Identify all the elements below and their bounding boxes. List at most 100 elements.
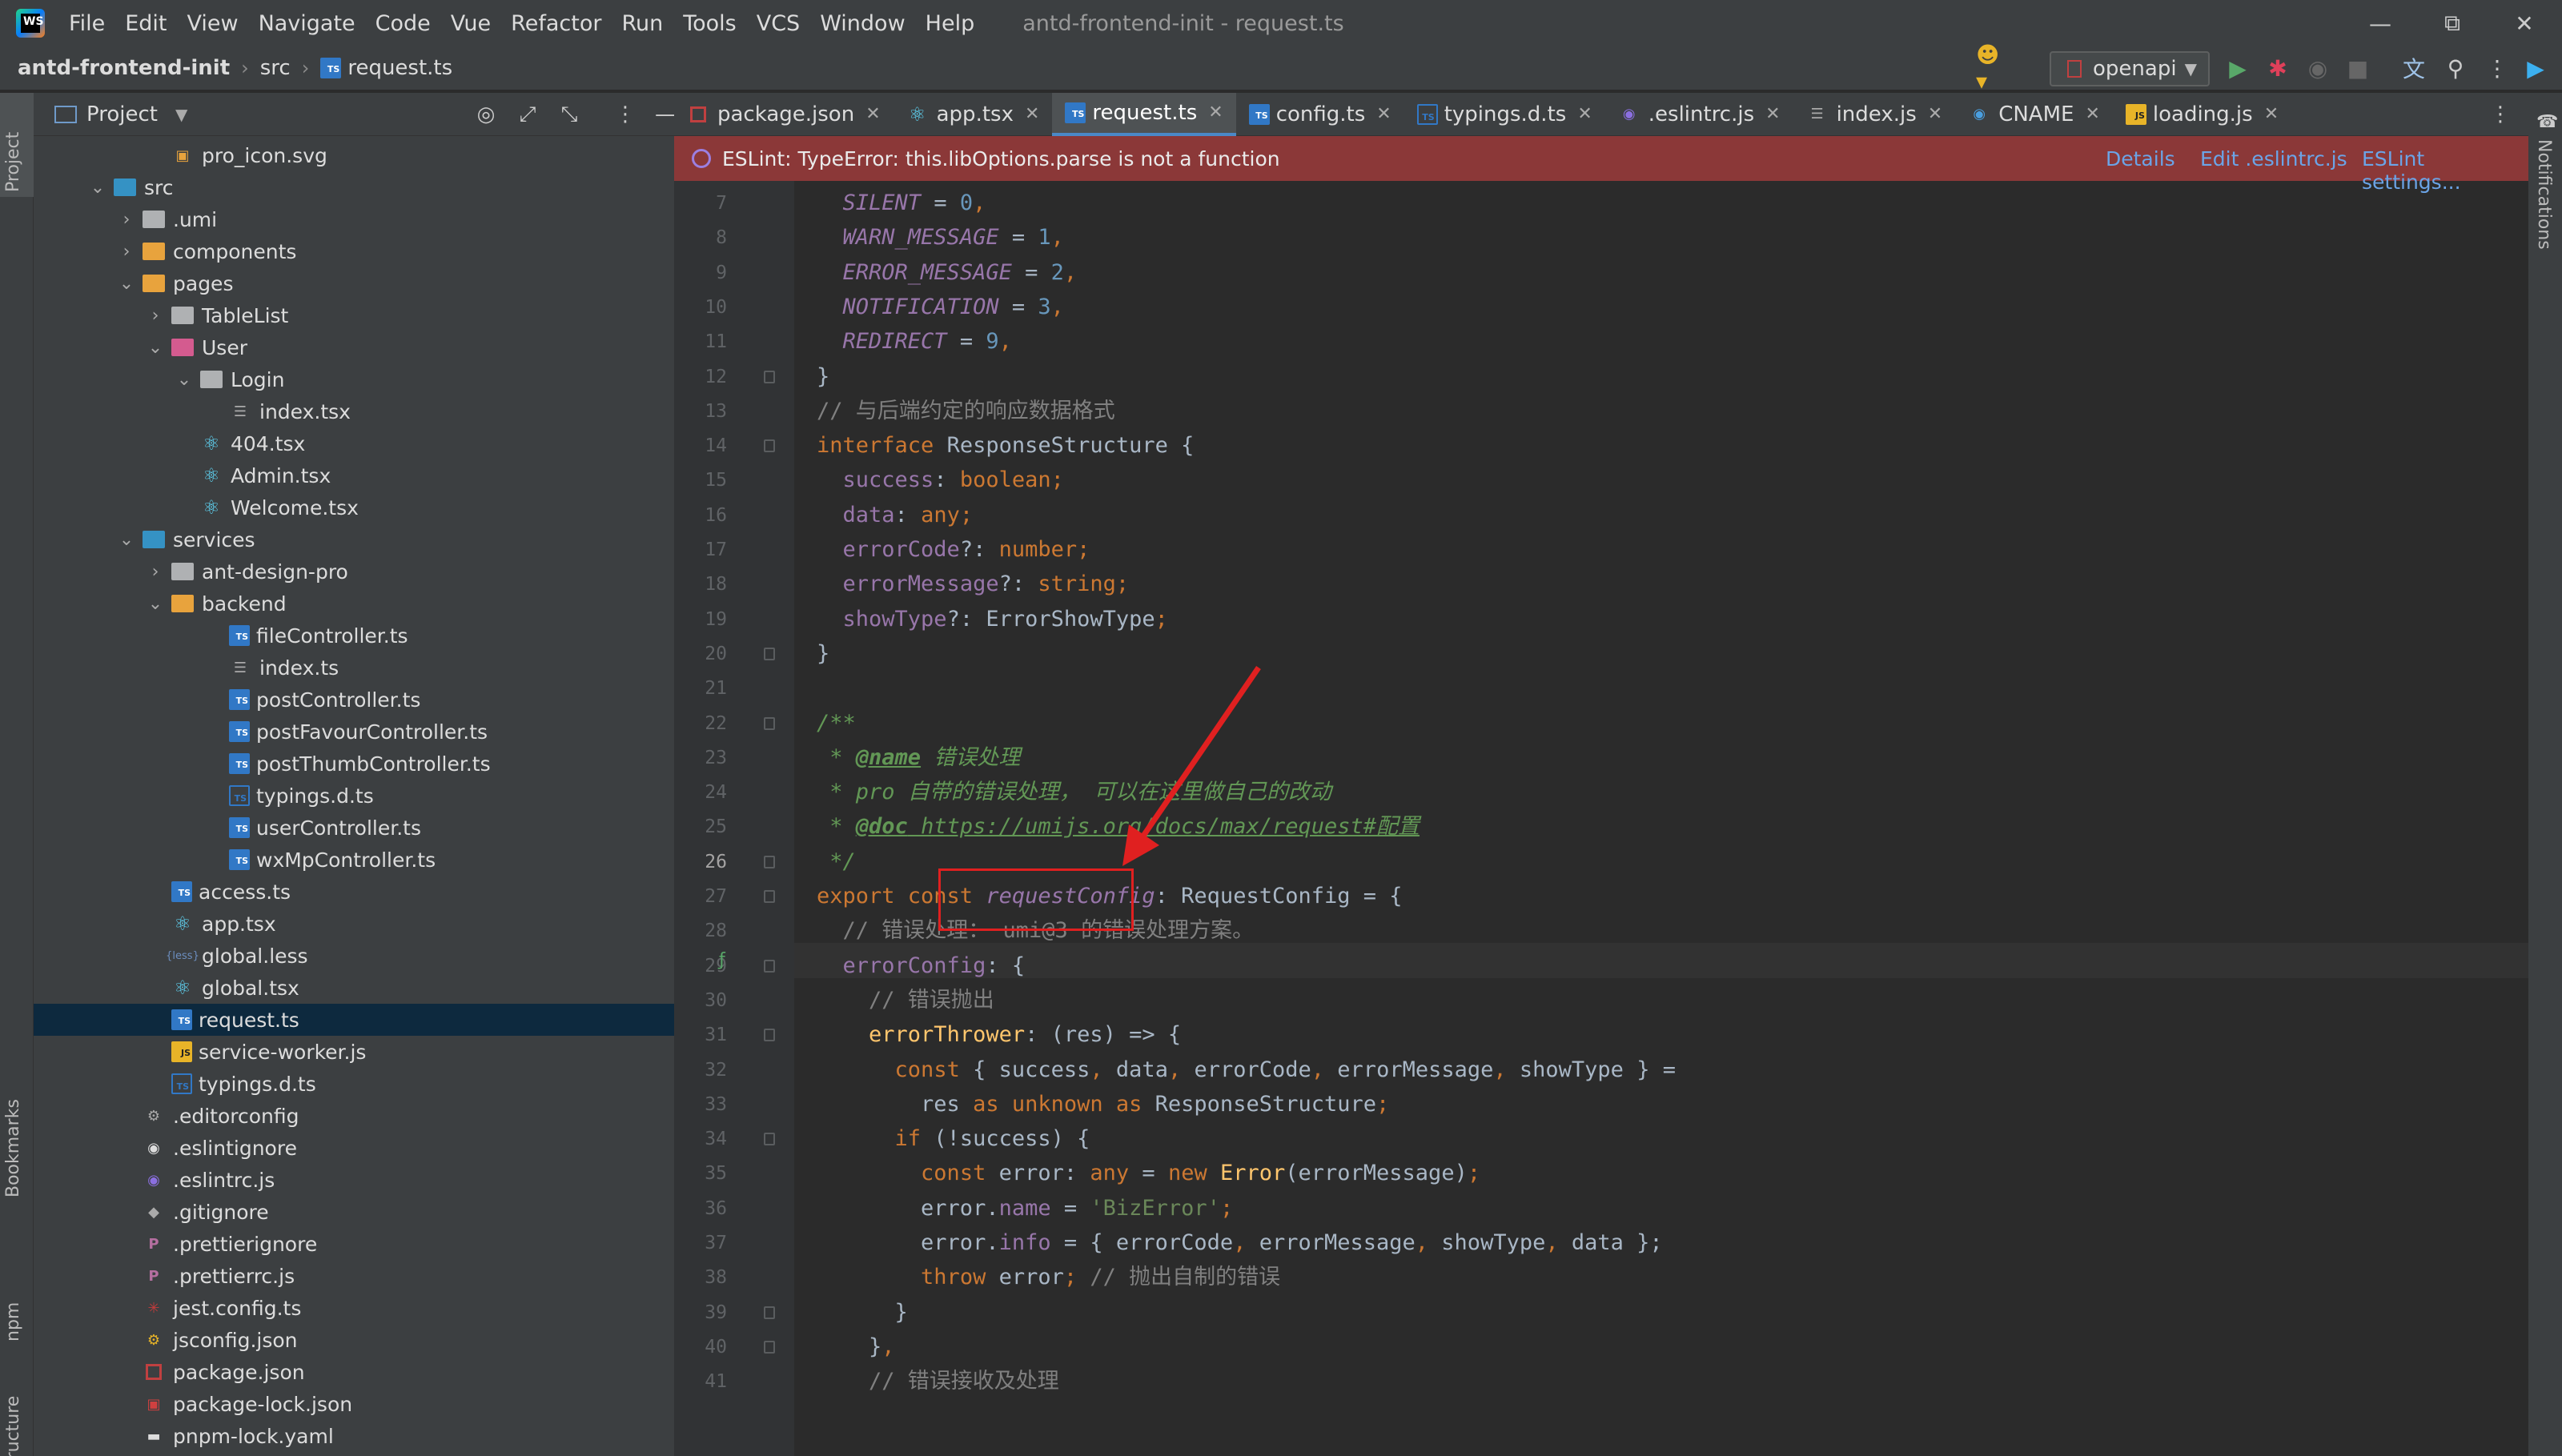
fold-marker-icon[interactable]: [764, 370, 775, 383]
menu-view[interactable]: View: [187, 11, 238, 36]
debug-icon[interactable]: ✱: [2264, 54, 2291, 82]
bookmarks-tool-tab[interactable]: Bookmarks: [3, 1099, 23, 1197]
tree-item[interactable]: TS fileController.ts: [34, 620, 674, 652]
tree-item[interactable]: › ant-design-pro: [34, 556, 674, 588]
fold-marker-icon[interactable]: [764, 1306, 775, 1319]
tree-item[interactable]: ⌄ services: [34, 523, 674, 556]
close-icon[interactable]: ✕: [1208, 102, 1223, 122]
chevron-right-icon[interactable]: ›: [146, 306, 165, 326]
tree-item[interactable]: ⚛ Admin.tsx: [34, 459, 674, 491]
menu-vue[interactable]: Vue: [451, 11, 491, 36]
fold-marker-icon[interactable]: [764, 1133, 775, 1146]
tree-item[interactable]: P .prettierrc.js: [34, 1260, 674, 1292]
fold-marker-icon[interactable]: [764, 1029, 775, 1042]
tree-item[interactable]: TS userController.ts: [34, 812, 674, 844]
search-icon[interactable]: ⚲: [2442, 54, 2469, 82]
tree-item[interactable]: ⌄ Login: [34, 363, 674, 395]
locate-icon[interactable]: ◎: [472, 101, 500, 128]
tree-item[interactable]: ⚛ global.tsx: [34, 972, 674, 1004]
close-icon[interactable]: ✕: [2085, 104, 2099, 124]
tree-item[interactable]: ⚛ Welcome.tsx: [34, 491, 674, 523]
collapse-all-icon[interactable]: ⤡: [556, 101, 583, 128]
code-editor[interactable]: SILENT = 0, WARN_MESSAGE = 1, ERROR_MESS…: [794, 181, 2528, 1456]
chevron-down-icon[interactable]: ⌄: [175, 370, 194, 390]
close-icon[interactable]: ✕: [1577, 104, 1592, 124]
minimize-icon[interactable]: —: [2344, 0, 2416, 46]
run-icon[interactable]: ▶: [2224, 54, 2251, 82]
stop-icon[interactable]: ■: [2344, 54, 2371, 82]
user-group-icon[interactable]: ☻▾: [1976, 42, 2003, 94]
expand-all-icon[interactable]: ⤢: [514, 101, 541, 128]
tree-item[interactable]: ⚙ .editorconfig: [34, 1100, 674, 1132]
tree-item[interactable]: › components: [34, 235, 674, 267]
chevron-down-icon[interactable]: ⌄: [146, 594, 165, 614]
tree-item[interactable]: ☰ index.ts: [34, 652, 674, 684]
tree-item[interactable]: ⌄ backend: [34, 588, 674, 620]
menu-code[interactable]: Code: [375, 11, 431, 36]
tree-item[interactable]: JS service-worker.js: [34, 1036, 674, 1068]
chevron-right-icon[interactable]: ›: [117, 210, 136, 230]
tree-item[interactable]: P .prettierignore: [34, 1228, 674, 1260]
jetbrains-toolbox-icon[interactable]: ▶: [2522, 54, 2549, 82]
close-icon[interactable]: ✕: [2264, 104, 2279, 124]
tree-item[interactable]: ▣ package-lock.json: [34, 1388, 674, 1420]
tab-loading-js[interactable]: JS loading.js ✕: [2113, 93, 2291, 136]
chevron-down-icon[interactable]: ⌄: [117, 530, 136, 550]
tree-item[interactable]: TS request.ts: [34, 1004, 674, 1036]
tab-app-tsx[interactable]: ⚛ app.tsx ✕: [893, 93, 1053, 136]
close-icon[interactable]: ✕: [1928, 104, 1942, 124]
tab-request-ts[interactable]: TS request.ts ✕: [1052, 92, 1236, 136]
tree-item[interactable]: ◉ .eslintrc.js: [34, 1164, 674, 1196]
fold-marker-icon[interactable]: [764, 716, 775, 730]
menu-tools[interactable]: Tools: [683, 11, 737, 36]
tab-typings-d-ts[interactable]: TS typings.d.ts ✕: [1404, 93, 1605, 136]
fold-marker-icon[interactable]: [764, 959, 775, 973]
project-panel-title[interactable]: Project: [86, 102, 158, 126]
more-vertical-icon[interactable]: ⋮: [612, 101, 639, 128]
structure-tool-tab[interactable]: Structure: [3, 1396, 23, 1456]
menu-window[interactable]: Window: [820, 11, 905, 36]
restore-icon[interactable]: ⧉: [2416, 0, 2488, 46]
fold-marker-icon[interactable]: [764, 439, 775, 453]
translate-icon[interactable]: 文: [2400, 54, 2427, 82]
chevron-right-icon[interactable]: ›: [146, 562, 165, 582]
tree-item[interactable]: {less} global.less: [34, 940, 674, 972]
tree-item[interactable]: package.json: [34, 1356, 674, 1388]
tree-item[interactable]: ⚛ 404.tsx: [34, 427, 674, 459]
more-vertical-icon[interactable]: ⋮: [2484, 54, 2511, 82]
coverage-icon[interactable]: ◉: [2304, 54, 2331, 82]
close-icon[interactable]: ✕: [2488, 0, 2560, 46]
close-icon[interactable]: ✕: [1376, 104, 1391, 124]
tree-item[interactable]: ⚙ jsconfig.json: [34, 1324, 674, 1356]
menu-file[interactable]: File: [69, 11, 105, 36]
chevron-down-icon[interactable]: ⌄: [146, 338, 165, 358]
menu-edit[interactable]: Edit: [125, 11, 167, 36]
tree-item[interactable]: TS postFavourController.ts: [34, 716, 674, 748]
tree-item[interactable]: ⌄ User: [34, 331, 674, 363]
tree-item[interactable]: TS typings.d.ts: [34, 780, 674, 812]
menu-help[interactable]: Help: [926, 11, 975, 36]
menu-run[interactable]: Run: [621, 11, 663, 36]
tab-config-ts[interactable]: TS config.ts ✕: [1236, 93, 1404, 136]
menu-vcs[interactable]: VCS: [757, 11, 800, 36]
breadcrumb-project[interactable]: antd-frontend-init: [18, 56, 230, 80]
more-vertical-icon[interactable]: ⋮: [2490, 102, 2511, 126]
edit-eslintrc-link[interactable]: Edit .eslintrc.js: [2200, 147, 2347, 170]
tree-item[interactable]: TS access.ts: [34, 876, 674, 908]
fold-marker-icon[interactable]: [764, 647, 775, 660]
close-icon[interactable]: ✕: [865, 104, 880, 124]
tree-item[interactable]: TS typings.d.ts: [34, 1068, 674, 1100]
project-tool-tab-label[interactable]: Project: [3, 132, 23, 192]
tree-item[interactable]: ▬ pnpm-lock.yaml: [34, 1420, 674, 1452]
close-icon[interactable]: ✕: [1025, 104, 1039, 124]
breadcrumb-folder[interactable]: src: [260, 56, 291, 80]
tree-item[interactable]: TS postThumbController.ts: [34, 748, 674, 780]
notifications-tool-tab[interactable]: Notifications: [2534, 139, 2554, 250]
tree-item[interactable]: › .umi: [34, 203, 674, 235]
tab-index-js[interactable]: ☰ index.js ✕: [1793, 93, 1956, 136]
tree-item[interactable]: TS postController.ts: [34, 684, 674, 716]
tree-item[interactable]: ✳ jest.config.ts: [34, 1292, 674, 1324]
breadcrumb-file[interactable]: request.ts: [347, 56, 452, 80]
tab-cname[interactable]: ◉ CNAME ✕: [1955, 93, 2113, 136]
menu-refactor[interactable]: Refactor: [511, 11, 601, 36]
